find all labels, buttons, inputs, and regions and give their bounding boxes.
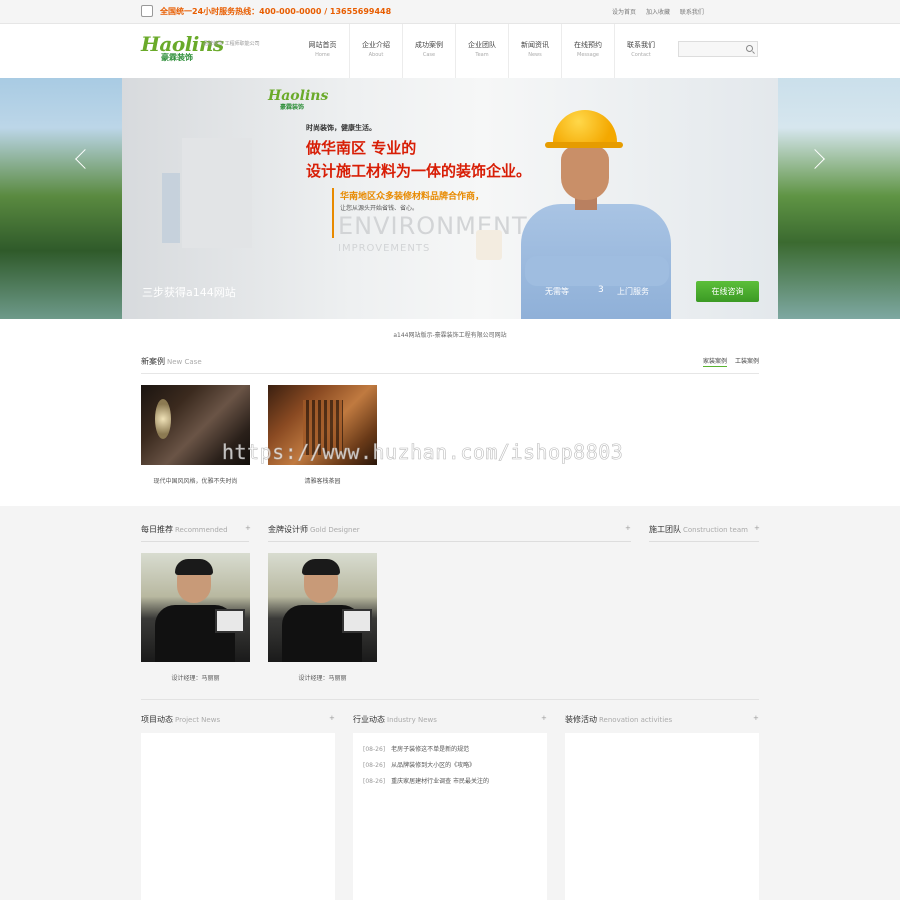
recommended-title: 每日推荐 Recommended [141,525,228,534]
top-links: 设为首页 加入收藏 联系我们 [612,7,712,16]
header-slogan: 品牌装饰 工程师职能公司 [203,41,260,47]
nav-team[interactable]: 企业团队 Team [455,24,508,78]
more-plus-icon[interactable]: + [625,524,631,532]
banner-caption: 三步获得a144网站 [142,286,236,299]
site-header: Haolins 豪霖装饰 品牌装饰 工程师职能公司 网站首页 Home 企业介绍 A… [0,24,900,78]
main-nav: 网站首页 Home 企业介绍 About 成功案例 Case 企业团队 Team 新闻资… [296,24,667,78]
banner-logo-cn: 豪霖装饰 [280,104,305,111]
list-item[interactable]: [08-26] 重庆家居建材行业调查 市民最关注的 [363,776,489,792]
banner-subtitle: 华南地区众多装修材料品牌合作商， [340,192,485,202]
nav-about[interactable]: 企业介绍 About [349,24,402,78]
case-caption[interactable]: 清雅客栈茶园 [268,476,377,485]
renovation-activities-title: 装修活动 Renovation activities [565,715,673,724]
more-plus-icon[interactable]: + [754,524,760,532]
banner-landscape-left [0,46,122,319]
nav-news[interactable]: 新闻资讯 News [508,24,561,78]
gold-designer-title: 金牌设计师 Gold Designer [268,525,360,534]
designer-photo[interactable] [268,553,377,662]
banner-tagline: 时尚装饰，健康生活。 [306,124,376,132]
designer-caption[interactable]: 设计经理：马丽丽 [268,673,377,682]
top-bar: 全国统一24小时服务热线：400-000-0000 / 13655699448 … [0,0,900,24]
nav-case[interactable]: 成功案例 Case [402,24,455,78]
designer-photo[interactable] [141,553,250,662]
add-favorite-link[interactable]: 加入收藏 [646,9,670,16]
tab-commercial-case[interactable]: 工装案例 [735,358,759,365]
mobile-icon [141,5,153,17]
project-news-title: 项目动态 Project News [141,715,221,724]
new-case-title: 新案例 New Case [141,357,202,366]
paint-bucket-image [476,230,502,260]
more-plus-icon[interactable]: + [541,714,547,722]
contact-link[interactable]: 联系我们 [680,9,704,16]
project-news-panel [141,733,335,900]
case-tabs: 家装案例 工装案例 [697,356,759,367]
service-hotline: 全国统一24小时服务热线：400-000-0000 / 13655699448 [160,7,392,16]
tab-home-case[interactable]: 家装案例 [703,358,728,367]
nav-message[interactable]: 在线预约 Message [561,24,614,78]
banner-caption-2: 无需等 [545,287,569,296]
more-plus-icon[interactable]: + [329,714,335,722]
banner-headline-1: 做华南区 专业的 [306,139,417,157]
industry-news-title: 行业动态 Industry News [353,715,437,724]
set-homepage-link[interactable]: 设为首页 [612,9,636,16]
site-notice: a144网站版示-豪霖装饰工程有限公司网站 [393,332,507,339]
banner-subtitle-2: 让您从源头开始省钱、省心。 [340,205,419,212]
online-consult-button[interactable]: 在线咨询 [696,281,759,302]
watermark-text: https://www.huzhan.com/ishop8803 [222,440,624,465]
industry-news-list: [08-26] 老房子装修这不单是新的规范 [08-26] 从品牌装修到大小区的《攻… [363,744,489,792]
more-plus-icon[interactable]: + [753,714,759,722]
search-input[interactable] [678,41,758,57]
banner-headline-2: 设计施工材料为一体的装饰企业。 [306,162,532,180]
hero-banner [0,46,900,319]
nav-contact[interactable]: 联系我们 Contact [614,24,667,78]
banner-caption-3: 上门服务 [617,287,649,296]
construction-team-title: 施工团队 Construction team [649,525,748,534]
nav-home[interactable]: 网站首页 Home [296,24,349,78]
banner-step-number: 3 [598,285,604,295]
list-item[interactable]: [08-26] 从品牌装修到大小区的《攻略》 [363,760,489,776]
renovation-activities-panel [565,733,759,900]
designer-caption[interactable]: 设计经理：马丽丽 [141,673,250,682]
banner-improvements-text: IMPROVEMENTS [338,243,431,254]
list-item[interactable]: [08-26] 老房子装修这不单是新的规范 [363,744,489,760]
banner-landscape-right [778,46,900,319]
more-plus-icon[interactable]: + [245,524,251,532]
search-icon[interactable] [746,45,753,52]
case-caption[interactable]: 现代中国风风格，优雅不失时尚 [141,476,250,485]
